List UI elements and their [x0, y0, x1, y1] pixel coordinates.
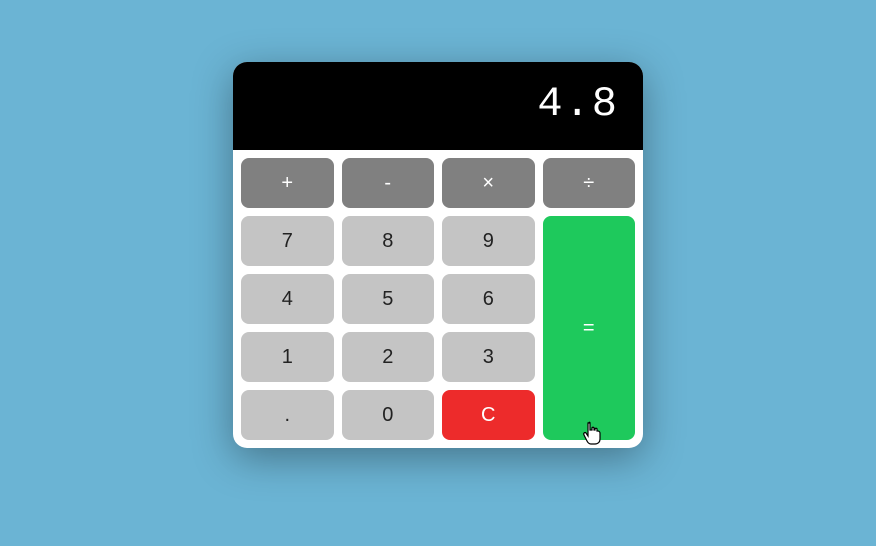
- equals-button[interactable]: =: [543, 216, 636, 440]
- digit-2-button[interactable]: 2: [342, 332, 435, 382]
- display-screen: 4.8: [233, 62, 643, 150]
- digit-6-button[interactable]: 6: [442, 274, 535, 324]
- digit-0-button[interactable]: 0: [342, 390, 435, 440]
- digit-8-button[interactable]: 8: [342, 216, 435, 266]
- calculator: 4.8 + - × ÷ 7 8 9 = 4 5 6 1 2 3 . 0 C: [233, 62, 643, 448]
- subtract-button[interactable]: -: [342, 158, 435, 208]
- digit-5-button[interactable]: 5: [342, 274, 435, 324]
- digit-3-button[interactable]: 3: [442, 332, 535, 382]
- divide-button[interactable]: ÷: [543, 158, 636, 208]
- digit-7-button[interactable]: 7: [241, 216, 334, 266]
- operator-row: + - × ÷: [241, 158, 635, 208]
- add-button[interactable]: +: [241, 158, 334, 208]
- digit-1-button[interactable]: 1: [241, 332, 334, 382]
- keypad: + - × ÷ 7 8 9 = 4 5 6 1 2 3 . 0 C: [233, 150, 643, 448]
- multiply-button[interactable]: ×: [442, 158, 535, 208]
- decimal-button[interactable]: .: [241, 390, 334, 440]
- clear-button[interactable]: C: [442, 390, 535, 440]
- digit-9-button[interactable]: 9: [442, 216, 535, 266]
- digit-4-button[interactable]: 4: [241, 274, 334, 324]
- main-grid: 7 8 9 = 4 5 6 1 2 3 . 0 C: [241, 216, 635, 440]
